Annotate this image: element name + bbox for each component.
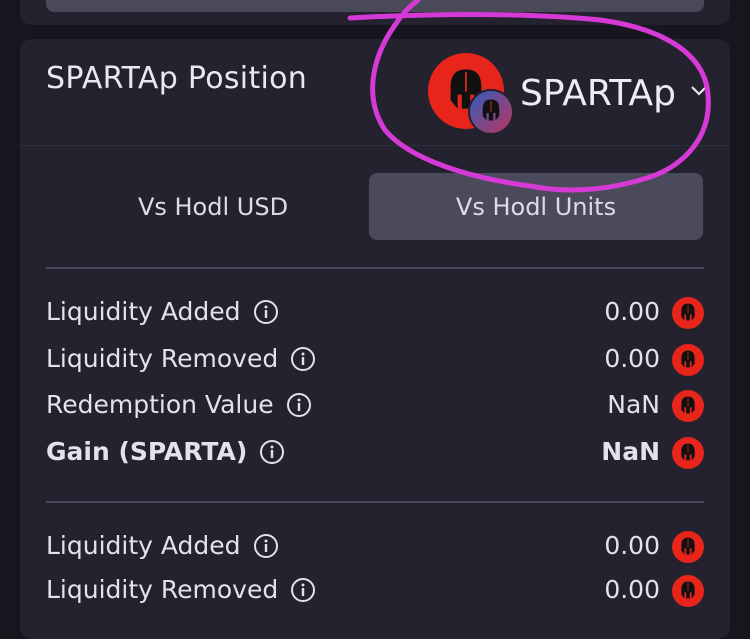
spartan-helmet-icon <box>672 437 704 469</box>
spartan-helmet-icon <box>672 531 704 563</box>
info-icon[interactable] <box>253 533 279 559</box>
liquidity-added-label: Liquidity Added <box>46 531 241 560</box>
chevron-down-icon <box>691 86 707 96</box>
info-icon[interactable] <box>290 346 316 372</box>
tab-vs-hodl-usd[interactable]: Vs Hodl USD <box>46 173 380 240</box>
position-card-header: SPARTAp Position SPARTAp <box>20 39 730 146</box>
divider <box>46 267 704 269</box>
liquidity-added-value: 0.00 <box>604 297 660 326</box>
info-icon[interactable] <box>253 299 279 325</box>
info-icon[interactable] <box>259 439 285 465</box>
divider <box>46 501 704 503</box>
pool-selector-dropdown[interactable]: SPARTAp <box>426 51 722 135</box>
position-card: SPARTAp Position SPARTAp Vs Hodl USD Vs … <box>20 39 730 639</box>
spartan-helmet-icon <box>672 575 704 607</box>
liquidity-removed-label: Liquidity Removed <box>46 344 279 373</box>
gain-label: Gain (SPARTA) <box>46 437 248 466</box>
previous-card-field <box>46 0 704 12</box>
liquidity-removed-row: Liquidity Removed 0.00 <box>46 573 704 613</box>
liquidity-added-row: Liquidity Added 0.00 <box>46 295 704 335</box>
previous-card <box>20 0 730 25</box>
liquidity-removed-value: 0.00 <box>604 575 660 604</box>
spartan-helmet-icon <box>672 344 704 376</box>
gain-row: Gain (SPARTA) NaN <box>46 435 704 475</box>
liquidity-added-row: Liquidity Added 0.00 <box>46 529 704 569</box>
position-title: SPARTAp Position <box>46 61 308 96</box>
redemption-value-row: Redemption Value NaN <box>46 388 704 428</box>
info-icon[interactable] <box>286 392 312 418</box>
liquidity-added-label: Liquidity Added <box>46 297 241 326</box>
liquidity-removed-label: Liquidity Removed <box>46 575 279 604</box>
spartan-helmet-icon <box>672 390 704 422</box>
redemption-value-value: NaN <box>607 390 660 419</box>
spartan-helmet-icon <box>468 89 514 135</box>
liquidity-added-value: 0.00 <box>604 531 660 560</box>
liquidity-removed-value: 0.00 <box>604 344 660 373</box>
liquidity-removed-row: Liquidity Removed 0.00 <box>46 342 704 382</box>
gain-value: NaN <box>601 437 660 466</box>
pool-selector-label: SPARTAp <box>520 73 676 114</box>
info-icon[interactable] <box>290 577 316 603</box>
tab-vs-hodl-units[interactable]: Vs Hodl Units <box>369 173 703 240</box>
spartan-helmet-icon <box>672 297 704 329</box>
redemption-value-label: Redemption Value <box>46 390 274 419</box>
